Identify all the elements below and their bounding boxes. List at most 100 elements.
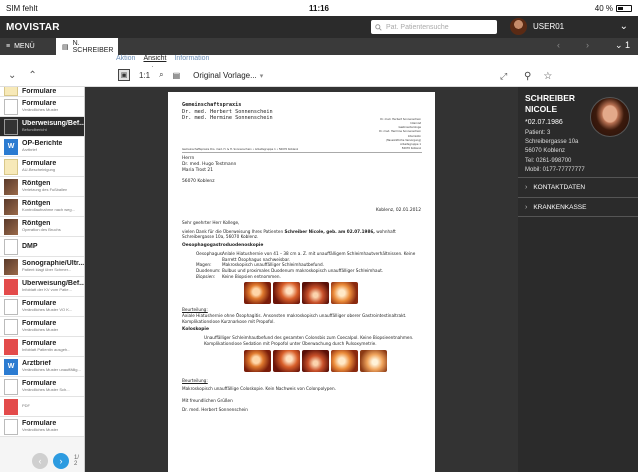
word-document-icon: W bbox=[4, 358, 18, 375]
patient-number: Patient: 3 bbox=[525, 129, 551, 136]
endoscopy-image bbox=[302, 349, 329, 372]
pdf-document-icon bbox=[4, 398, 18, 415]
endoscopy-image bbox=[244, 349, 271, 372]
chevron-left-icon[interactable]: ‹ bbox=[557, 40, 560, 51]
pdf-document-icon bbox=[4, 338, 18, 355]
pdf-document-icon bbox=[4, 278, 18, 295]
document-icon: ▤ bbox=[62, 43, 69, 51]
battery-indicator: 40 % bbox=[595, 4, 632, 13]
subtab-information[interactable]: Information bbox=[174, 55, 209, 67]
user-menu[interactable]: USER01 bbox=[510, 18, 564, 35]
document-list-item[interactable]: Überweisung/Bef... Befundbericht bbox=[0, 117, 84, 137]
patient-search[interactable]: Pat. Patientensuche bbox=[371, 20, 497, 34]
subtab-ansicht[interactable]: Ansicht bbox=[143, 55, 166, 67]
document-list-item[interactable]: Formulare AU-Bescheinigung bbox=[0, 157, 84, 177]
document-subtitle: Patient klagt über Schmer... bbox=[22, 267, 72, 273]
star-icon[interactable]: ☆ bbox=[543, 71, 552, 82]
document-subtitle: Verletzung des Fußballen bbox=[22, 187, 68, 193]
document-thumbnail-icon bbox=[4, 298, 18, 315]
previous-page-button[interactable]: ‹ bbox=[32, 453, 48, 469]
section-contact-label: KONTAKTDATEN bbox=[533, 184, 586, 191]
endoscopy-image bbox=[302, 282, 329, 305]
document-list-item[interactable]: Formulare Verändliches Muster bbox=[0, 97, 84, 117]
document-list-item[interactable]: W OP-Berichte Arztbrief bbox=[0, 137, 84, 157]
next-page-button[interactable]: › bbox=[53, 453, 69, 469]
document-toolbar: ⌄ ⌃ ▣ 1:1 ⌕ ▤ Original Vorlage... ▾ ⤢ bbox=[0, 67, 518, 87]
document-list-item[interactable]: Formulare Verändliches Muster bbox=[0, 317, 84, 337]
template-select[interactable]: Original Vorlage... ▾ bbox=[193, 71, 263, 80]
zoom-icon[interactable]: ⌕ bbox=[159, 70, 163, 80]
patient-street: Schreibergasse 10a bbox=[525, 139, 579, 146]
document-subtitle: Verändliches Muster Sch... bbox=[22, 387, 70, 393]
battery-label: 40 % bbox=[594, 3, 613, 13]
document-thumbnail-icon bbox=[4, 158, 18, 175]
document-list-item[interactable]: Formulare Verändliches Muster VO K... bbox=[0, 297, 84, 317]
endoscopy-images-2 bbox=[244, 349, 420, 372]
section-health-insurance[interactable]: › KRANKENKASSE bbox=[518, 197, 638, 217]
image-thumbnail-icon bbox=[4, 198, 18, 215]
tab-list-chevron-icon[interactable]: ⌄ 1 bbox=[615, 40, 630, 51]
document-list-item[interactable]: Formulare Infoblatt Patientin ausgeh... bbox=[0, 337, 84, 357]
zoom-ratio-button[interactable]: 1:1 bbox=[139, 71, 150, 80]
menu-button[interactable]: ≡ MENÜ bbox=[0, 38, 56, 55]
document-list-item[interactable]: DMP bbox=[0, 237, 84, 257]
finding-row: Oesophagus: Anlale Hiatushernie von 41 – … bbox=[196, 251, 420, 262]
patient-toolbar: ⚲ ☆ bbox=[518, 67, 638, 87]
chevron-up-icon[interactable]: ⌃ bbox=[28, 70, 36, 81]
tab-patient[interactable]: ▤ N. SCHREIBER bbox=[56, 38, 118, 55]
document-list-item[interactable]: W Arztbrief Verändliches Muster unauffälli… bbox=[0, 357, 84, 377]
letter-date: Koblenz, 02.01.2012 bbox=[375, 208, 421, 213]
assessment-text-1: Axiale Hiatushernie ohne Ösophagitis. An… bbox=[182, 312, 407, 324]
subtab-aktion[interactable]: Aktion bbox=[116, 55, 135, 67]
chevron-right-icon[interactable]: › bbox=[586, 40, 589, 51]
endoscopy-image bbox=[331, 282, 358, 305]
document-list-item[interactable]: Röntgen Verletzung des Fußballen bbox=[0, 177, 84, 197]
document-title: DMP bbox=[22, 242, 38, 250]
document-list-item[interactable]: Röntgen Kontrollaufnahme nach weg... bbox=[0, 197, 84, 217]
document-thumbnail-icon bbox=[4, 238, 18, 255]
closing: Mit freundlichen Grüßen bbox=[182, 397, 233, 403]
patient-tab-label: N. SCHREIBER bbox=[72, 39, 114, 54]
endoscopy-image bbox=[273, 349, 300, 372]
expand-icon[interactable]: ⤢ bbox=[500, 71, 507, 82]
fit-page-icon[interactable]: ▣ bbox=[118, 69, 130, 81]
document-list-item[interactable]: PDF bbox=[0, 397, 84, 417]
patient-phone: Tel: 0261-998700 bbox=[525, 157, 572, 164]
document-list-item[interactable]: Sonographie/Ultr... Patient klagt über Sc… bbox=[0, 257, 84, 277]
chevron-down-icon[interactable]: ⌄ bbox=[620, 21, 628, 32]
user-name: USER01 bbox=[533, 22, 565, 31]
document-list-item[interactable]: Röntgen Operation des Bruchs bbox=[0, 217, 84, 237]
document-list-item[interactable]: Formulare bbox=[0, 87, 84, 97]
patient-name: SCHREIBER NICOLE bbox=[525, 93, 575, 114]
document-list-item[interactable]: Formulare Verändliches Muster Sch... bbox=[0, 377, 84, 397]
signature: Dr. med. Herbert Sonnenschein bbox=[182, 406, 248, 412]
page-indicator: 1/ 2 bbox=[74, 455, 79, 467]
status-bar: SIM fehlt 11:16 40 % bbox=[0, 0, 638, 16]
finding-text: Keine Biopsien entnommen. bbox=[222, 273, 281, 279]
page-total: 2 bbox=[74, 461, 78, 467]
pager: ‹ › 1/ 2 bbox=[0, 450, 84, 472]
document-list-item[interactable]: Überweisung/Bef... Infoblatt der KV vom P… bbox=[0, 277, 84, 297]
template-icon[interactable]: ▤ bbox=[173, 71, 181, 80]
patient-panel: SCHREIBER NICOLE *02.07.1986 Patient: 3 … bbox=[518, 87, 638, 472]
chevron-right-icon: › bbox=[525, 184, 528, 191]
section-contact-data[interactable]: › KONTAKTDATEN bbox=[518, 177, 638, 197]
finding-text: Anlale Hiatushernie von 41 – 38 cm a. Z.… bbox=[222, 250, 416, 262]
document-subtitle: PDF bbox=[22, 404, 30, 409]
letterhead-details: Dr. med. Herbert Sonnenschein Internist Ga… bbox=[349, 118, 421, 151]
chevron-down-icon[interactable]: ⌄ bbox=[8, 70, 16, 81]
intro: vielen Dank für die Überweisung Ihres Pa… bbox=[182, 229, 420, 240]
letterhead-doctor-2: Dr. med. Hermine Sonnenschein bbox=[182, 115, 273, 121]
document-subtitle: Verändliches Muster VO K... bbox=[22, 307, 73, 313]
document-list-item[interactable]: Formulare Verändliches Muster bbox=[0, 417, 84, 437]
letter-page: Gemeinschaftspraxis Dr. med. Herbert Son… bbox=[168, 92, 435, 472]
template-select-value: Original Vorlage... bbox=[193, 70, 257, 80]
endoscopy-image bbox=[331, 349, 358, 372]
document-viewer[interactable]: Gemeinschaftspraxis Dr. med. Herbert Son… bbox=[85, 87, 518, 472]
word-document-icon: W bbox=[4, 138, 18, 155]
document-thumbnail-icon bbox=[4, 98, 18, 115]
patient-link-icon[interactable]: ⚲ bbox=[524, 71, 531, 82]
clock: 11:16 bbox=[308, 3, 330, 13]
tab-navigation: ‹ › ⌄ 1 bbox=[557, 40, 630, 51]
patient-city: 56070 Koblenz bbox=[525, 148, 566, 155]
